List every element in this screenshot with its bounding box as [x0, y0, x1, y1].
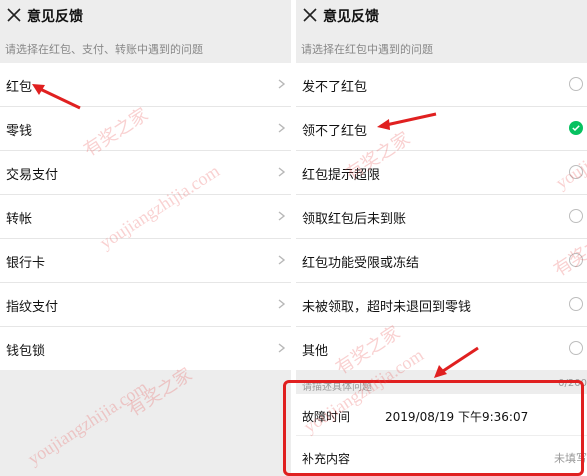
category-label: 零钱 [6, 124, 33, 139]
annotation-arrow-icon [434, 346, 479, 378]
chevron-right-icon [278, 255, 286, 265]
issue-label: 未被领取，超时未退回到零钱 [302, 300, 472, 315]
header: 意见反馈 [296, 0, 587, 32]
chevron-right-icon [278, 167, 286, 177]
radio-button-checked[interactable] [569, 121, 583, 135]
issue-label: 红包功能受限或冻结 [302, 256, 420, 271]
issue-label: 发不了红包 [302, 80, 368, 95]
issue-label: 其他 [302, 344, 329, 359]
category-item-wallet-lock[interactable]: 钱包锁 [0, 327, 291, 370]
radio-button[interactable] [569, 209, 583, 223]
chevron-right-icon [278, 299, 286, 309]
category-label: 红包 [6, 80, 33, 95]
radio-button[interactable] [569, 77, 583, 91]
chevron-right-icon [278, 211, 286, 221]
issue-option[interactable]: 红包功能受限或冻结 [296, 239, 587, 283]
chevron-right-icon [278, 79, 286, 89]
category-label: 钱包锁 [6, 344, 46, 359]
issue-list: 发不了红包 领不了红包 红包提示超限 领取红包后未到账 红包功能受限或冻结 未被… [296, 63, 587, 370]
issue-option[interactable]: 发不了红包 [296, 63, 587, 107]
section-subtitle: 请选择在红包中遇到的问题 [301, 43, 433, 56]
chevron-right-icon [278, 343, 286, 353]
category-label: 交易支付 [6, 168, 59, 183]
header: 意见反馈 [0, 0, 291, 32]
issue-option[interactable]: 未被领取，超时未退回到零钱 [296, 283, 587, 327]
category-item-fingerprint-pay[interactable]: 指纹支付 [0, 283, 291, 327]
category-label: 转帐 [6, 212, 33, 227]
category-label: 指纹支付 [6, 300, 59, 315]
issue-option[interactable]: 红包提示超限 [296, 151, 587, 195]
issue-label: 领取红包后未到账 [302, 212, 407, 227]
annotation-arrow-icon [32, 84, 81, 110]
issue-option[interactable]: 领不了红包 [296, 107, 587, 151]
section-subtitle: 请选择在红包、支付、转账中遇到的问题 [5, 43, 203, 56]
chevron-right-icon [278, 123, 286, 133]
radio-button[interactable] [569, 297, 583, 311]
issue-option[interactable]: 领取红包后未到账 [296, 195, 587, 239]
radio-button[interactable] [569, 341, 583, 355]
category-item-bank-card[interactable]: 银行卡 [0, 239, 291, 283]
page-title: 意见反馈 [323, 9, 379, 25]
close-icon[interactable] [6, 7, 22, 23]
annotation-arrow-icon [377, 112, 437, 130]
category-item-payment[interactable]: 交易支付 [0, 151, 291, 195]
page-title: 意见反馈 [27, 9, 83, 25]
category-label: 银行卡 [6, 256, 46, 271]
check-icon [572, 125, 580, 131]
close-icon[interactable] [302, 7, 318, 23]
annotation-highlight-box [283, 380, 584, 476]
issue-label: 领不了红包 [302, 124, 368, 139]
